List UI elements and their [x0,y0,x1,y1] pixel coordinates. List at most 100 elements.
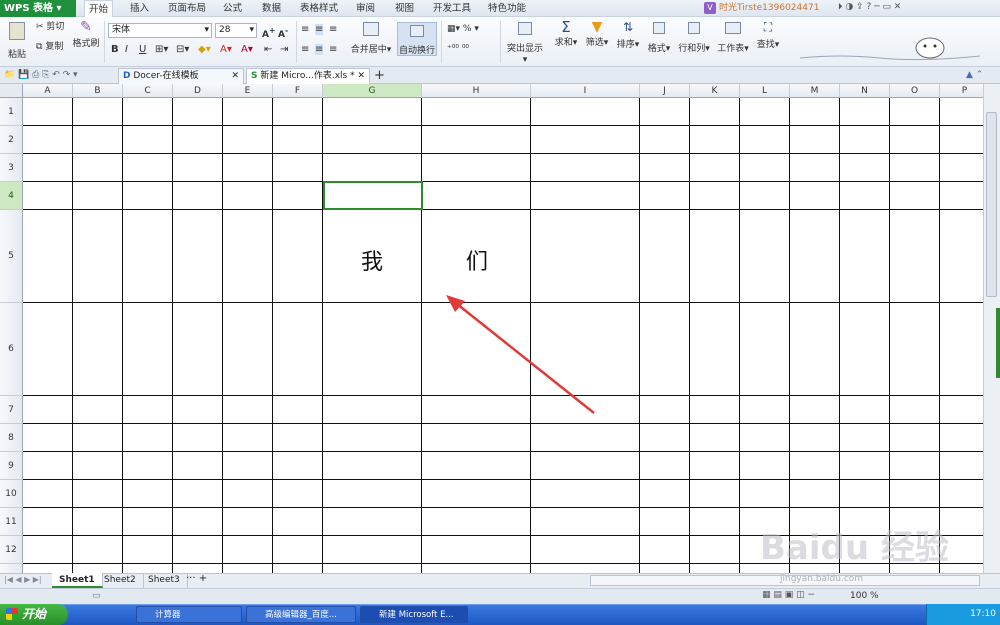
paste-icon [9,22,25,40]
paste-button[interactable]: 粘贴 [4,22,30,61]
sum-label: 求和▾ [554,38,578,48]
indent-increase-icon[interactable]: ⇥ [280,44,288,55]
chevron-down-icon: ▾ [204,25,209,35]
tab-docer-label: Docer-在线模板 [133,71,199,81]
side-panel-handle[interactable] [996,308,1000,378]
vertical-scroll-thumb[interactable] [986,112,997,297]
percent-label: % [462,24,472,34]
indent-decrease-icon[interactable]: ⇤ [264,44,272,55]
add-tab-button[interactable]: + [374,68,385,83]
align-center-icon[interactable]: ≡ [315,44,324,55]
bold-button[interactable]: B [111,44,119,55]
sort-button[interactable]: ⇅ 排序▾ [614,21,642,51]
align-bottom-icon[interactable]: ≡ [329,24,337,35]
paste-label: 粘贴 [7,50,26,60]
task-browser[interactable]: 高级编辑器_百度... [246,606,356,623]
brush-icon: ✎ [80,19,92,35]
menu-review[interactable]: 审阅 [356,0,375,17]
quick-access-toolbar[interactable]: 📁 💾 ⎙ ⎘ ↶ ↷ ▾ [4,70,78,80]
font-grow-button[interactable]: A+ [262,25,275,41]
scissors-icon: ✂ [36,22,44,32]
menu-formula[interactable]: 公式 [223,0,242,17]
filter-icon: ▼ [591,19,603,35]
worksheet-icon [725,22,741,34]
font-color-icon[interactable]: A▾ [220,44,232,55]
wrap-text-icon [410,25,424,37]
font-size-value: 28 [219,25,231,35]
align-top-icon[interactable]: ≡ [301,24,309,35]
annotation-arrow [446,295,595,414]
merge-center-label: 合并居中▾ [350,45,392,55]
number-format-icon: ▦ [447,24,456,34]
find-label: 查找▾ [756,40,780,50]
menu-data[interactable]: 数据 [262,0,281,17]
chevron-down-icon: ▾ [249,25,254,35]
rows-cols-button[interactable]: 行和列▾ [676,22,712,55]
sheet-tab-2[interactable]: Sheet2 [97,573,144,588]
menu-insert[interactable]: 插入 [130,0,149,17]
windows-logo-icon [6,608,18,620]
user-name[interactable]: 时光Tirste1396024471 [719,0,819,17]
sheet-tab-3[interactable]: Sheet3 [141,573,188,588]
menu-page-layout[interactable]: 页面布局 [168,0,206,17]
worksheet-button[interactable]: 工作表▾ [715,22,751,55]
format-label: 格式▾ [647,43,671,54]
window-controls[interactable]: ⏵ ◑ ⇪ ? ─ ▭ ✕ [838,2,901,12]
menu-special[interactable]: 特色功能 [488,0,526,17]
decorative-doodle [799,32,981,62]
cut-label: 剪切 [46,22,65,32]
italic-button[interactable]: I [125,44,128,55]
format-button[interactable]: 格式▾ [645,22,673,55]
close-icon[interactable]: ✕ [231,69,243,84]
conditional-format-button[interactable]: 突出显示▾ [505,22,545,66]
user-avatar-icon[interactable]: V [704,2,716,14]
font-size-select[interactable]: 28 ▾ [215,23,257,38]
decimal-buttons[interactable]: ⁺⁰⁰ ⁰⁰ [447,44,469,55]
borders-button[interactable]: ⊞▾ [155,44,168,55]
format-painter-button[interactable]: ✎ 格式刷 [72,19,100,50]
fill-color-icon[interactable]: ◆▾ [198,44,211,55]
wps-logo-button[interactable]: WPS 表格 ▾ [0,0,76,17]
cell-style-button[interactable]: ⊟▾ [176,44,189,55]
sum-button[interactable]: Σ 求和▾ [552,20,580,49]
tab-docer[interactable]: D Docer-在线模板 ✕ [118,68,244,84]
font-shrink-button[interactable]: A- [278,25,288,41]
add-sheet-button[interactable]: ··· + [186,573,207,584]
format-painter-label: 格式刷 [72,39,100,49]
view-mode-buttons[interactable]: ▦ ▤ ▣ ◫ − [762,590,815,600]
system-tray[interactable]: 17:10 [926,604,1000,625]
align-left-icon[interactable]: ≡ [301,44,309,55]
copy-button[interactable]: ⧉ 复制 [36,42,63,53]
clear-format-icon[interactable]: A▾ [241,44,253,55]
worksheet-label: 工作表▾ [717,43,749,54]
sheet-nav-arrows[interactable]: |◀ ◀ ▶ ▶| [4,575,42,584]
filter-button[interactable]: ▼ 筛选▾ [583,19,611,49]
find-button[interactable]: ⛶ 查找▾ [754,21,782,51]
align-middle-icon[interactable]: ≡ [315,24,324,35]
wrap-text-button[interactable]: 自动换行 [397,22,437,56]
separator [104,21,105,63]
menu-view[interactable]: 视图 [395,0,414,17]
cut-button[interactable]: ✂ 剪切 [36,22,64,33]
menu-table-style[interactable]: 表格样式 [300,0,338,17]
menu-home[interactable]: 开始 [84,0,114,17]
font-name-select[interactable]: 宋体 ▾ [108,23,212,38]
task-wps-sheet[interactable]: 新建 Microsoft E... [360,606,468,623]
close-icon[interactable]: ✕ [357,69,369,84]
sheet-tab-1[interactable]: Sheet1 [52,573,103,588]
conditional-format-label: 突出显示▾ [506,44,543,65]
start-label: 开始 [22,607,47,621]
sort-label: 排序▾ [616,40,640,50]
zoom-level[interactable]: 100 % [850,591,879,601]
menu-developer[interactable]: 开发工具 [433,0,471,17]
spreadsheet-grid[interactable]: ABCDEFGHIJKLMNOP 12345678910111213 我 们 [0,84,983,573]
merge-center-button[interactable]: 合并居中▾ [348,22,394,56]
task-calculator[interactable]: 计算器 [136,606,242,623]
copy-icon: ⧉ [36,42,43,52]
tab-workbook[interactable]: S 新建 Micro...作表.xls * ✕ [246,68,370,84]
separator [296,21,297,63]
tab-bar-right-icons[interactable]: ▲ ⌃ [966,70,983,80]
number-format-button[interactable]: ▦▾ % ▾ [447,24,479,35]
underline-button[interactable]: U [139,44,146,55]
align-right-icon[interactable]: ≡ [329,44,337,55]
